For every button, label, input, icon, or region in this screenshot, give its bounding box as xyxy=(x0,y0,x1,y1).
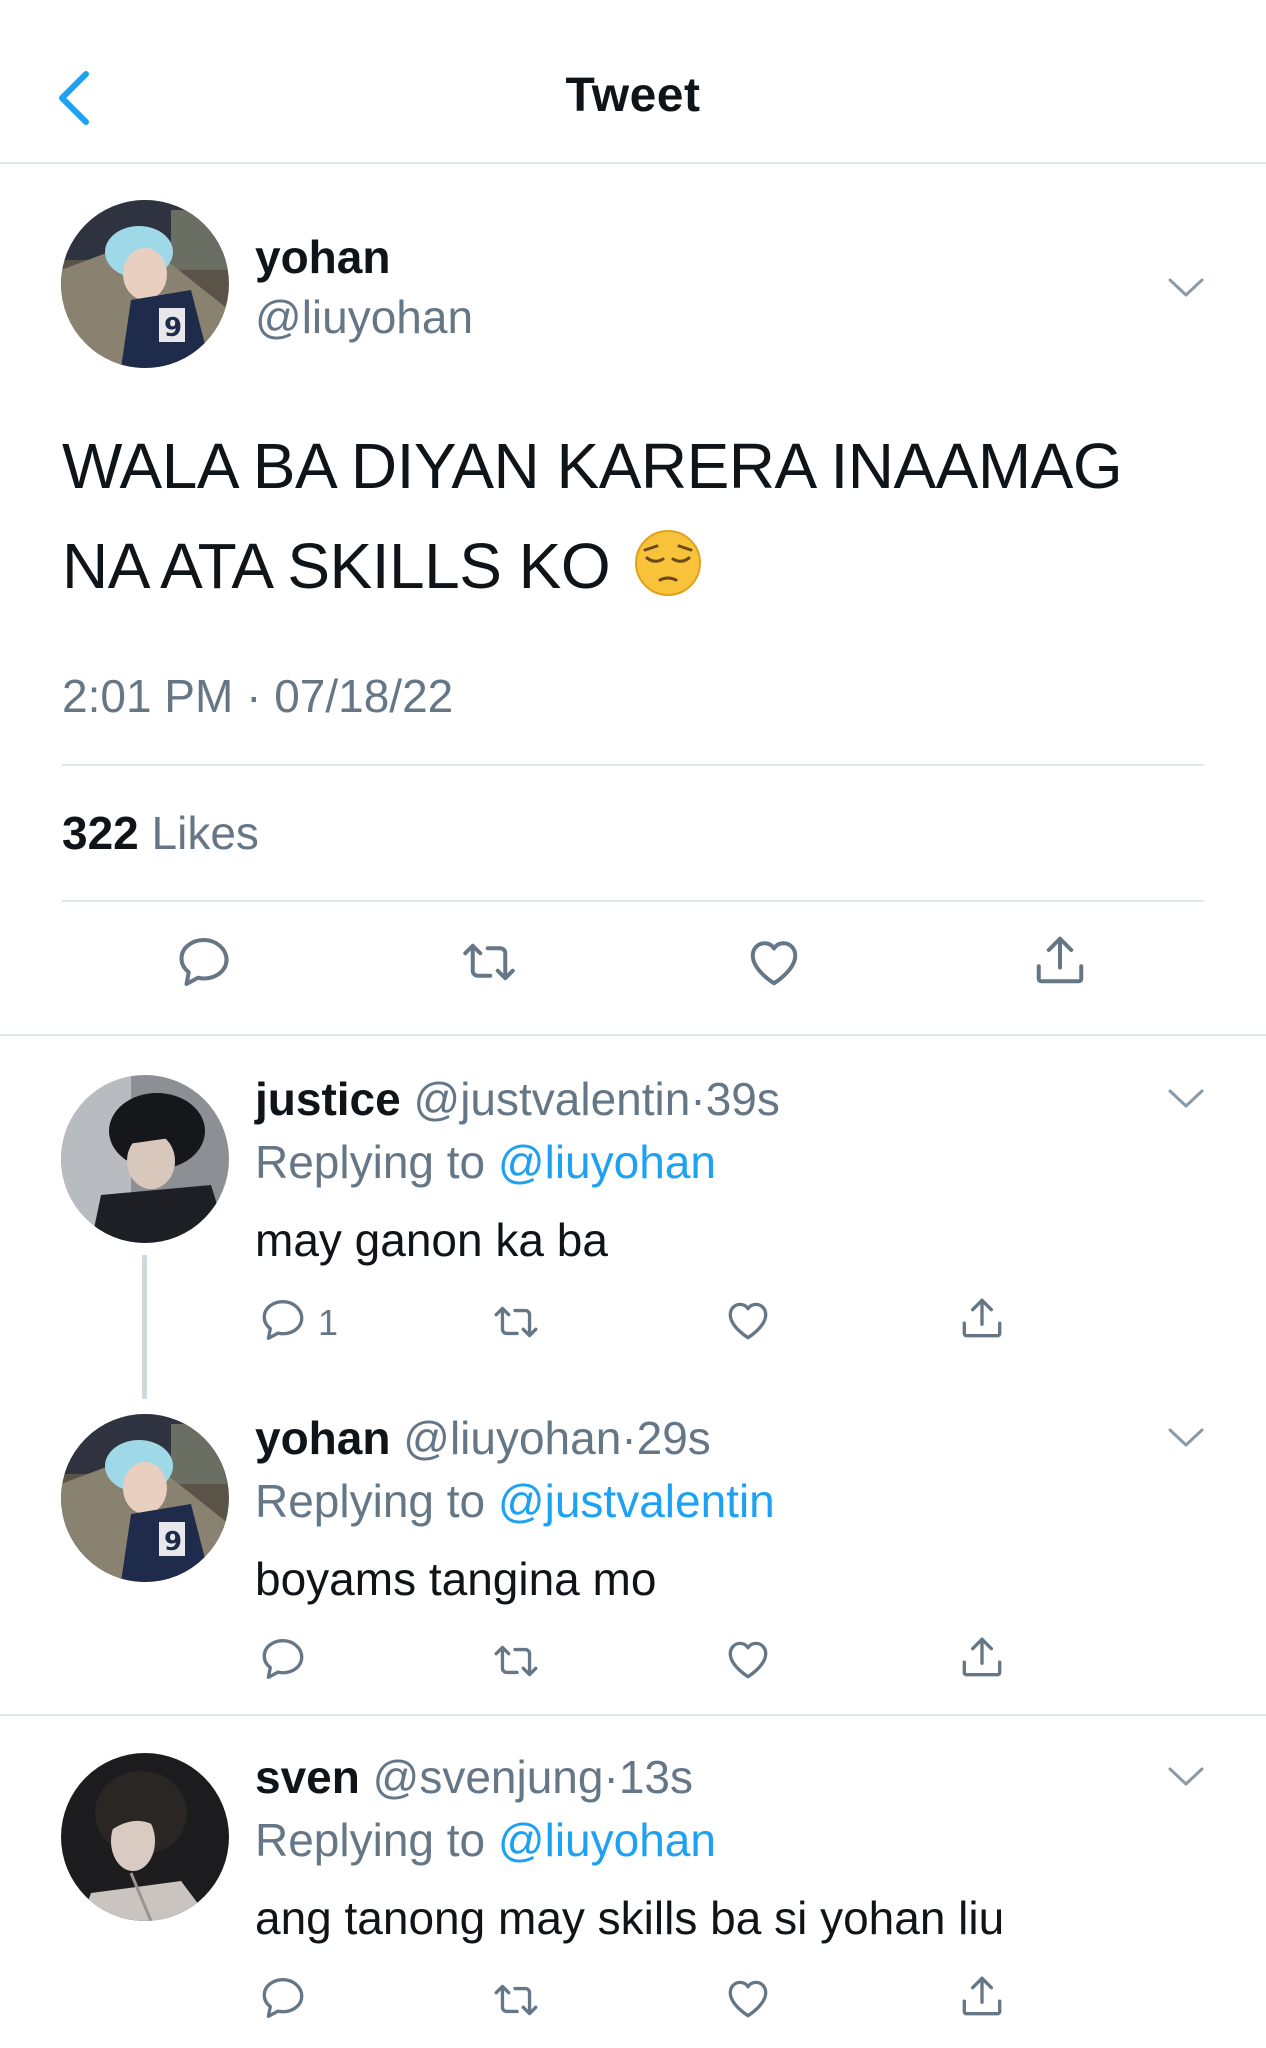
retweet-icon[interactable] xyxy=(456,932,522,992)
replying-prefix: Replying to xyxy=(255,1814,486,1866)
avatar[interactable]: 9 xyxy=(61,200,229,368)
replying-to: Replying to @justvalentin xyxy=(255,1474,775,1528)
chevron-down-icon[interactable] xyxy=(1166,1087,1206,1111)
share-icon[interactable] xyxy=(1030,930,1090,990)
svg-text:9: 9 xyxy=(164,1527,182,1557)
pensive-face-emoji xyxy=(635,530,702,596)
share-icon[interactable] xyxy=(957,1971,1007,2021)
retweet-icon[interactable] xyxy=(488,1297,544,1347)
avatar-photo: 9 xyxy=(61,200,229,368)
page-title: Tweet xyxy=(565,69,701,122)
dot-separator: · xyxy=(621,1412,637,1464)
share-icon[interactable] xyxy=(957,1632,1007,1682)
reply-icon[interactable] xyxy=(174,932,234,992)
reply-author-name[interactable]: sven xyxy=(255,1751,360,1803)
reply-time[interactable]: 29s xyxy=(637,1412,711,1464)
divider xyxy=(62,900,1204,902)
retweet-icon[interactable] xyxy=(488,1636,544,1686)
reply-author-handle[interactable]: @justvalentin xyxy=(414,1073,691,1125)
reply-author-handle[interactable]: @svenjung xyxy=(373,1751,604,1803)
avatar-photo xyxy=(61,1753,229,1921)
reply-author-name[interactable]: yohan xyxy=(255,1412,390,1464)
replying-prefix: Replying to xyxy=(255,1136,486,1188)
reply-time[interactable]: 39s xyxy=(706,1073,780,1125)
reply-icon[interactable] xyxy=(258,1295,308,1345)
avatar[interactable]: 9 xyxy=(61,1414,229,1582)
likes-label: Likes xyxy=(151,807,259,859)
share-icon[interactable] xyxy=(957,1293,1007,1343)
reply-author-name[interactable]: justice xyxy=(255,1073,401,1125)
divider xyxy=(62,764,1204,766)
reply-icon[interactable] xyxy=(258,1634,308,1684)
dot-separator: · xyxy=(690,1073,706,1125)
like-icon[interactable] xyxy=(744,932,804,992)
reply-count: 1 xyxy=(318,1302,339,1343)
like-icon[interactable] xyxy=(723,1973,773,2023)
reply-icon[interactable] xyxy=(258,1973,308,2023)
reply-author-handle[interactable]: @liuyohan xyxy=(403,1412,621,1464)
tweet-text: WALA BA DIYAN KARERA INAAMAG NA ATA SKIL… xyxy=(62,416,1212,616)
reply-meta: justice @justvalentin·39s xyxy=(255,1072,780,1126)
avatar[interactable] xyxy=(61,1075,229,1243)
reply-time[interactable]: 13s xyxy=(619,1751,693,1803)
reply-text: ang tanong may skills ba si yohan liu xyxy=(255,1892,1005,1944)
mention-link[interactable]: @justvalentin xyxy=(498,1475,775,1527)
likes-stat[interactable]: 322 Likes xyxy=(62,806,259,860)
top-nav-bar: Tweet xyxy=(0,0,1266,164)
avatar-photo xyxy=(61,1075,229,1243)
replying-to: Replying to @liuyohan xyxy=(255,1813,716,1867)
reply-meta: yohan @liuyohan·29s xyxy=(255,1411,711,1465)
like-icon[interactable] xyxy=(723,1295,773,1345)
chevron-down-icon[interactable] xyxy=(1166,1765,1206,1789)
likes-count: 322 xyxy=(62,807,139,859)
reply-text: may ganon ka ba xyxy=(255,1214,608,1266)
dot-separator: · xyxy=(603,1751,619,1803)
mention-link[interactable]: @liuyohan xyxy=(498,1136,716,1188)
replying-prefix: Replying to xyxy=(255,1475,486,1527)
retweet-icon[interactable] xyxy=(488,1975,544,2025)
svg-text:9: 9 xyxy=(164,313,182,343)
chevron-down-icon[interactable] xyxy=(1166,276,1206,300)
tweet-timestamp[interactable]: 2:01 PM · 07/18/22 xyxy=(62,669,453,723)
author-name[interactable]: yohan xyxy=(255,230,390,284)
avatar-photo: 9 xyxy=(61,1414,229,1582)
avatar[interactable] xyxy=(61,1753,229,1921)
thread-connector xyxy=(142,1255,147,1399)
replying-to: Replying to @liuyohan xyxy=(255,1135,716,1189)
main-tweet: 9 yohan @liuyohan WALA BA DIYAN KARERA I… xyxy=(0,164,1266,1036)
chevron-down-icon[interactable] xyxy=(1166,1426,1206,1450)
mention-link[interactable]: @liuyohan xyxy=(498,1814,716,1866)
author-handle[interactable]: @liuyohan xyxy=(255,290,473,344)
tweet-body: WALA BA DIYAN KARERA INAAMAG NA ATA SKIL… xyxy=(62,430,1123,602)
reply-text: boyams tangina mo xyxy=(255,1553,657,1605)
like-icon[interactable] xyxy=(723,1634,773,1684)
divider xyxy=(0,1714,1266,1716)
reply-meta: sven @svenjung·13s xyxy=(255,1750,693,1804)
